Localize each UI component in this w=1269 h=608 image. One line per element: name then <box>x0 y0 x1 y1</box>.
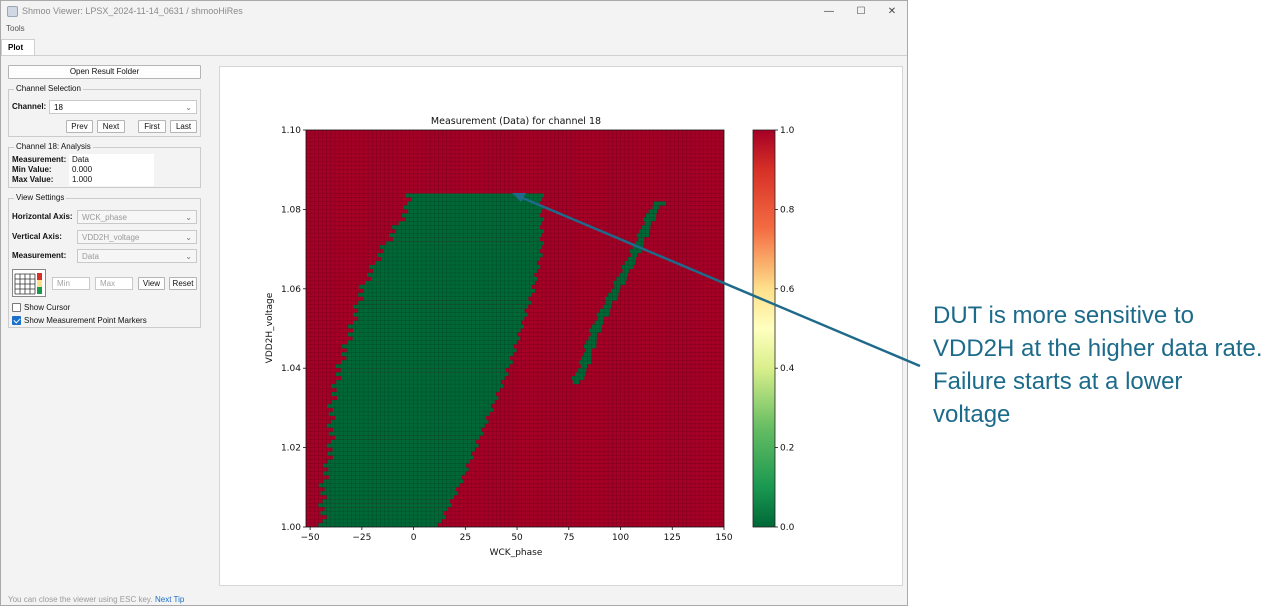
x-tick-label: −25 <box>352 533 371 543</box>
x-tick-label: 50 <box>511 533 523 543</box>
x-tick-label: 75 <box>563 533 574 543</box>
colorbar-tick-label: 0.8 <box>780 205 795 215</box>
x-tick-label: 150 <box>715 533 732 543</box>
colorbar <box>752 129 776 528</box>
cell-grid <box>306 130 724 527</box>
x-tick-label: 25 <box>460 533 471 543</box>
x-tick-label: 125 <box>664 533 681 543</box>
colorbar-tick-label: 0.4 <box>780 364 795 374</box>
y-tick-label: 1.02 <box>281 444 301 454</box>
colorbar-tick-label: 0.6 <box>780 285 795 295</box>
colorbar-tick-label: 0.0 <box>780 523 795 533</box>
annotation-text: DUT is more sensitive to VDD2H at the hi… <box>933 302 1263 428</box>
x-tick-label: 0 <box>411 533 417 543</box>
y-tick-label: 1.06 <box>281 285 301 295</box>
chart-title: Measurement (Data) for channel 18 <box>431 116 601 127</box>
y-tick-label: 1.10 <box>281 126 301 136</box>
y-axis-label: VDD2H_voltage <box>265 292 275 363</box>
colorbar-tick-label: 1.0 <box>780 126 795 136</box>
colorbar-tick-label: 0.2 <box>780 444 794 454</box>
y-tick-label: 1.00 <box>281 523 301 533</box>
x-tick-label: −50 <box>301 533 320 543</box>
x-axis-label: WCK_phase <box>490 548 543 558</box>
y-tick-label: 1.08 <box>281 205 301 215</box>
y-tick-label: 1.04 <box>281 364 301 374</box>
x-tick-label: 100 <box>612 533 629 543</box>
